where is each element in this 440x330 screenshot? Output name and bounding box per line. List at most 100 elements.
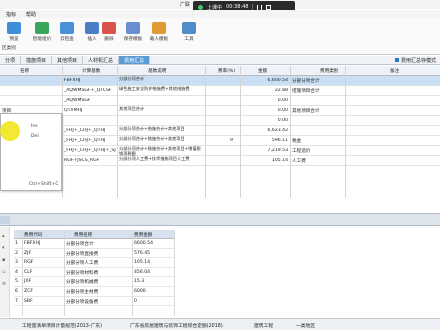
- row-desc[interactable]: 其他项目合计: [119, 106, 204, 111]
- row-base[interactable]: _FHJ+_CHJ+_QTHJ: [64, 138, 105, 143]
- context-shortcut-del[interactable]: Del: [31, 134, 39, 139]
- menu-item-help[interactable]: 帮助: [26, 11, 36, 18]
- down-icon[interactable]: ▾: [2, 245, 5, 251]
- list-icon[interactable]: ≡: [2, 281, 6, 287]
- row-cost-name[interactable]: 分部分项人工费: [66, 260, 98, 266]
- splitter-handle[interactable]: [0, 216, 10, 224]
- row-rate[interactable]: 9: [230, 138, 233, 143]
- row-desc[interactable]: 绿色施工安全防护措施费+其他措施费: [119, 86, 204, 91]
- row-cost-amount[interactable]: 6000: [134, 289, 146, 294]
- row-cost-name[interactable]: 分部分项主材费: [66, 289, 98, 295]
- row-code[interactable]: JXF: [24, 279, 31, 284]
- row-cost-amount[interactable]: 456.04: [134, 270, 150, 275]
- row-amount[interactable]: 7,219.53: [250, 148, 288, 153]
- table-row[interactable]: 0.00: [0, 116, 440, 126]
- panel-splitter[interactable]: [0, 213, 440, 226]
- context-shortcut-copy[interactable]: Ctrl+Shift+C: [29, 182, 59, 187]
- row-cost-name[interactable]: 分部分项材料费: [66, 270, 98, 276]
- row-type[interactable]: 工程造价: [292, 148, 310, 154]
- row-number[interactable]: 5: [15, 279, 18, 284]
- row-code[interactable]: CLF: [24, 270, 32, 275]
- row-amount[interactable]: 0.00: [250, 108, 288, 113]
- row-cost-name[interactable]: 分部分项合计: [66, 241, 94, 247]
- row-desc[interactable]: 分部分项合计+措施合计+其他项目+增值税销项税额: [119, 146, 204, 156]
- row-type[interactable]: 其他项目合计: [292, 108, 320, 114]
- row-cost-amount[interactable]: 6600.54: [134, 241, 153, 246]
- row-code[interactable]: RGF: [24, 260, 33, 265]
- row-base[interactable]: _AQWMSGF: [64, 98, 91, 103]
- row-desc[interactable]: 分部分项合计+措施合计+其他项目: [119, 126, 204, 131]
- row-base[interactable]: _AQWMSGF+_QTCSF: [64, 88, 112, 93]
- row-base[interactable]: RGF+JSCS_RGF: [64, 158, 99, 163]
- table-row[interactable]: 项目 QTXMHJ 其他项目合计 0.00 其他项目合计: [0, 106, 440, 116]
- row-amount[interactable]: 22.88: [250, 88, 288, 93]
- row-type[interactable]: 分部分项合计: [292, 78, 320, 84]
- row-amount[interactable]: 6,600.54: [250, 78, 288, 83]
- table-row[interactable]: _FHJ+_CHJ+_QTHJ 分部分项合计+措施合计+其他项目 6,623.42: [0, 126, 440, 136]
- preview-button[interactable]: 预览: [2, 22, 26, 46]
- row-type[interactable]: 税金: [292, 138, 301, 144]
- row-desc[interactable]: 分部分项合计: [119, 76, 204, 81]
- cost-code-row[interactable]: 3 RGF 分部分项人工费 105.14: [14, 258, 174, 268]
- smart-pricing-button[interactable]: 智能组价: [30, 22, 54, 46]
- row-amount[interactable]: 596.11: [250, 138, 288, 143]
- delete-button[interactable]: 删除: [97, 22, 121, 46]
- row-number[interactable]: 3: [15, 260, 18, 265]
- menu-item-index[interactable]: 指标: [6, 11, 16, 18]
- filter-icon[interactable]: ▪: [2, 257, 5, 263]
- cost-code-row[interactable]: 7 SBF 分部分项设备费 0: [14, 297, 174, 307]
- save-mode-toggle[interactable]: 费用汇总存模式: [394, 57, 436, 64]
- row-number[interactable]: 2: [15, 251, 18, 256]
- row-base[interactable]: FBFXHJ: [64, 78, 80, 83]
- row-code[interactable]: SBF: [24, 299, 33, 304]
- save-template-button[interactable]: 保存模板: [121, 22, 145, 46]
- table-row[interactable]: _AQWMSGF 0.00: [0, 96, 440, 106]
- pause-icon[interactable]: [257, 4, 263, 10]
- row-base[interactable]: QTXMHJ: [64, 108, 82, 113]
- context-shortcut-ins[interactable]: Ins: [31, 124, 38, 129]
- tab-other-items[interactable]: 其他项目: [52, 56, 84, 64]
- tab-items[interactable]: 分项: [0, 56, 22, 64]
- row-cost-name[interactable]: 分部分项机械费: [66, 279, 98, 285]
- row-code[interactable]: FBFXHJ: [24, 241, 40, 246]
- row-cost-amount[interactable]: 576.45: [134, 251, 150, 256]
- row-cost-amount[interactable]: 15.3: [134, 279, 144, 284]
- table-row[interactable]: _AQWMSGF+_QTCSF 绿色施工安全防护措施费+其他措施费 22.88 措施项…: [0, 86, 440, 96]
- tab-measures[interactable]: 措施项目: [21, 56, 53, 64]
- row-number[interactable]: 1: [15, 241, 18, 246]
- table-row[interactable]: RGF+JSCS_RGF 分部分项人工费+技术措施项目人工费 105.14 人工费: [0, 156, 440, 166]
- row-type[interactable]: 人工费: [292, 158, 306, 164]
- row-amount[interactable]: 6,623.42: [250, 128, 288, 133]
- cost-code-row[interactable]: 1 FBFXHJ 分部分项合计 6600.54: [14, 239, 174, 249]
- row-desc[interactable]: 分部分项人工费+技术措施项目人工费: [119, 156, 204, 161]
- row-amount[interactable]: 105.14: [250, 158, 288, 163]
- table-row[interactable]: FBFXHJ 分部分项合计 6,600.54 分部分项合计: [0, 76, 440, 86]
- row-number[interactable]: 6: [15, 289, 18, 294]
- table-row[interactable]: _FHJ+_CHJ+_QTHJ+_SJ 分部分项合计+措施合计+其他项目+增值税销…: [0, 146, 440, 156]
- table-row[interactable]: _FHJ+_CHJ+_QTHJ 分部分项合计+措施合计+其他项目 9 596.11 税金: [0, 136, 440, 146]
- grid-icon[interactable]: ▫: [2, 269, 5, 275]
- row-code[interactable]: ZCF: [24, 289, 33, 294]
- row-cost-name[interactable]: 分部分项直接费: [66, 251, 98, 257]
- row-amount[interactable]: 0.00: [250, 98, 288, 103]
- row-base[interactable]: _FHJ+_CHJ+_QTHJ: [64, 128, 105, 133]
- row-code[interactable]: ZJF: [24, 251, 31, 256]
- row-desc[interactable]: 分部分项合计+措施合计+其他项目: [119, 136, 204, 141]
- cost-code-row[interactable]: 4 CLF 分部分项材料费 456.04: [14, 268, 174, 278]
- row-type[interactable]: 措施项目合计: [292, 88, 320, 94]
- row-amount[interactable]: 0.00: [250, 118, 288, 123]
- cost-code-row[interactable]: 5 JXF 分部分项机械费 15.3: [14, 277, 174, 287]
- row-cost-name[interactable]: 分部分项设备费: [66, 299, 98, 305]
- cost-code-row[interactable]: 6 ZCF 分部分项主材费 6000: [14, 287, 174, 297]
- row-base[interactable]: _FHJ+_CHJ+_QTHJ+_SJ: [64, 148, 116, 153]
- tools-button[interactable]: 工具: [177, 22, 201, 46]
- row-number[interactable]: 4: [15, 270, 18, 275]
- up-icon[interactable]: ▴: [2, 233, 5, 239]
- stop-icon[interactable]: [266, 4, 272, 10]
- cloud-check-button[interactable]: 云检查: [55, 22, 79, 46]
- row-cost-amount[interactable]: 105.14: [134, 260, 150, 265]
- cost-code-row[interactable]: 2 ZJF 分部分项直接费 576.45: [14, 249, 174, 259]
- row-number[interactable]: 7: [15, 299, 18, 304]
- tab-cost-summary[interactable]: 费用汇总: [119, 56, 151, 64]
- tab-labor-material[interactable]: 人材机汇总: [83, 56, 120, 64]
